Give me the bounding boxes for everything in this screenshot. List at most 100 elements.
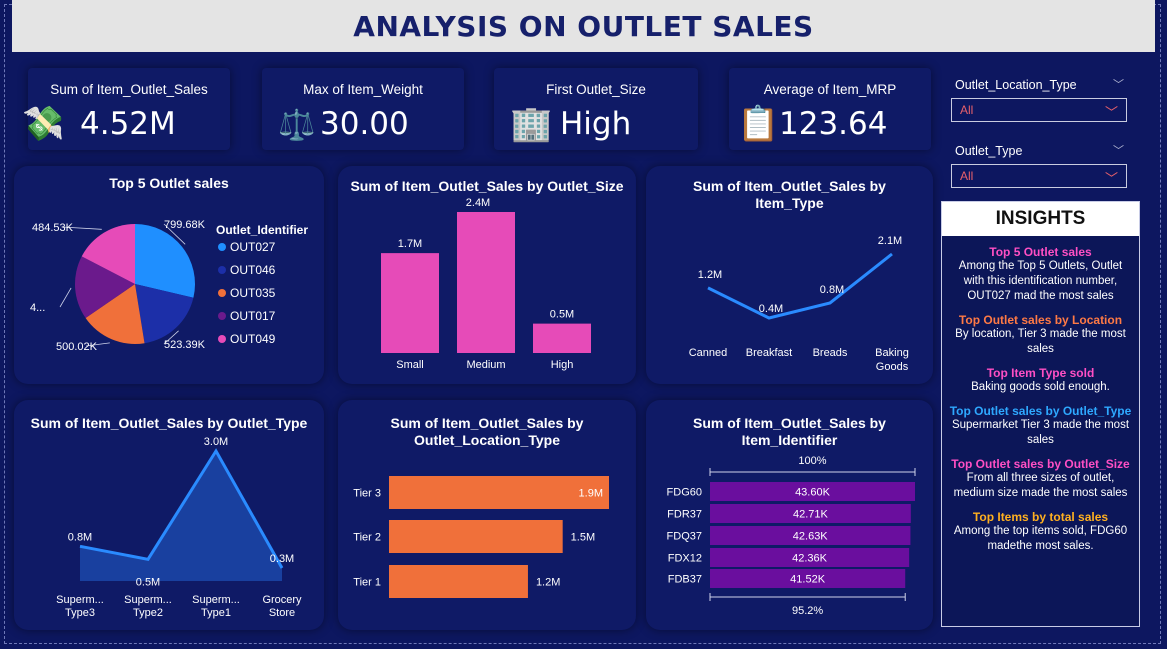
kpi-value: 30.00 [320,106,409,142]
chevron-down-icon: ﹀ [1104,105,1118,120]
line-data-label: 0.8M [820,284,844,296]
pie-leader-line [59,287,72,308]
top-annotation: 100% [798,455,826,467]
pie-chart: 799.68K 523.39K 500.02K 4... 484.53K Outlet_I… [30,219,308,353]
slicer-type-dropdown[interactable]: All ﹀ [951,164,1127,188]
x-tick-label: Breads [813,347,848,359]
insight-heading: Top Items by total sales [972,510,1109,524]
y-tick-label: FDQ37 [667,531,702,543]
line-data-label: 0.4M [759,303,783,315]
hbar-tier-2 [389,520,563,553]
x-tick-label: Type1 [201,607,231,619]
legend-title: Outlet_Identifier [216,223,308,237]
bar-data-label: 2.4M [466,197,490,209]
kpi-label: Sum of Item_Outlet_Sales [50,82,208,97]
kpi-label: Average of Item_MRP [763,82,897,97]
slicer-location-value: All [960,103,974,117]
line-series [707,252,893,320]
x-tick-label: Canned [689,347,728,359]
insight-heading: Top Item Type sold [986,366,1095,380]
x-tick-label: Superm... [56,594,104,606]
y-tick-label: Tier 1 [353,577,381,589]
insight-text: Baking goods sold enough. [971,381,1110,393]
slicer-location-dropdown[interactable]: All ﹀ [951,98,1127,122]
bar-chart: 1.7M Small 2.4M Medium 0.5M High [381,197,591,371]
pie-data-label: 4... [30,302,45,314]
item-bar-data-label: 42.63K [793,531,829,543]
area-chart: 0.8M0.5M3.0M0.3MSuperm...Type3Superm...T… [56,436,302,619]
x-tick-label: Goods [876,361,909,373]
bar-data-label: 1.7M [398,238,422,250]
pie-data-label: 500.02K [56,341,98,353]
chevron-down-icon[interactable]: ﹀ [1113,142,1124,158]
hbar-tier-3 [389,476,609,509]
y-tick-label: FDX12 [668,553,702,565]
kpi-value: 123.64 [779,106,888,142]
chevron-down-icon[interactable]: ﹀ [1113,76,1124,92]
chart-card-item-type: Sum of Item_Outlet_Sales by Item_Type 1.… [646,166,933,384]
x-tick-label: Breakfast [746,347,792,359]
insight-heading: Top Outlet sales by Outlet_Type [949,404,1132,418]
chart-card-outlet-size: Sum of Item_Outlet_Sales by Outlet_Size … [338,166,636,384]
bar-high [533,323,591,353]
area-data-label: 3.0M [204,436,228,448]
x-tick-label: Baking [875,347,909,359]
legend-marker [218,266,226,274]
line-chart: 1.2M 0.4M 0.8M 2.1M Canned Breakfast Breads Bak… [689,235,909,373]
x-tick-label: Medium [466,359,505,371]
insight-text: Among the Top 5 Outlets, Outlet with thi… [958,260,1123,302]
area-data-label: 0.5M [136,576,160,588]
x-tick-label: Small [396,359,424,371]
legend-marker [218,335,226,343]
chart-card-location-type: Sum of Item_Outlet_Sales by Outlet_Locat… [338,400,636,630]
insight-text: Among the top items sold, FDG60 madethe … [953,525,1128,552]
page-title: ANALYSIS ON OUTLET SALES [353,9,814,43]
slicer-location-label: Outlet_Location_Type [955,78,1077,92]
kpi-card-average-mrp: Average of Item_MRP 📋 123.64 [729,68,931,150]
x-tick-label: Type3 [65,607,95,619]
money-icon: 💸 [22,105,65,143]
area-data-label: 0.8M [68,531,92,543]
area-data-label: 0.3M [270,553,294,565]
insight-text: Supermarket Tier 3 made the most sales [951,419,1130,446]
bar-medium [457,212,515,353]
insight-heading: Top Outlet sales by Outlet_Size [951,457,1130,471]
pie-data-label: 484.53K [32,222,74,234]
y-tick-label: Tier 3 [353,488,381,500]
hbar-data-label: 1.5M [571,532,595,544]
insight-item: Top Outlet sales by Location By location,… [942,313,1139,357]
x-tick-label: Superm... [192,594,240,606]
item-bar-data-label: 42.71K [793,509,829,521]
clipboard-icon: 📋 [737,105,780,143]
legend-item-out049: OUT049 [230,332,276,346]
slicer-type-label: Outlet_Type [955,144,1023,158]
insights-panel: INSIGHTS Top 5 Outlet sales Among the Top… [941,201,1140,627]
legend-item-out046: OUT046 [230,263,276,277]
insight-text: From all three sizes of outlet, medium s… [953,472,1128,499]
insight-item: Top Outlet sales by Outlet_Type Supermark… [942,404,1139,448]
chart-card-top5-outlets: Top 5 Outlet sales 799.68K 523.39K 500.02K… [14,166,324,384]
x-tick-label: High [551,359,574,371]
insight-item: Top Item Type sold Baking goods sold enou… [942,366,1139,395]
line-data-label: 1.2M [698,269,722,281]
x-tick-label: Type2 [133,607,163,619]
legend-marker [218,289,226,297]
item-bar-data-label: 43.60K [795,487,831,499]
x-tick-label: Store [269,607,295,619]
bottom-annotation: 95.2% [792,605,823,617]
kpi-label: Max of Item_Weight [303,82,423,97]
legend-marker [218,243,226,251]
item-bar-chart: 100% FDG60 43.60K FDR37 42.71K FDQ37 42.63K FDX… [667,455,916,617]
chevron-down-icon: ﹀ [1104,171,1118,186]
slicer-type-value: All [960,169,974,183]
item-bar-data-label: 41.52K [790,574,826,586]
building-icon: 🏢 [510,105,553,143]
bar-small [381,253,439,353]
legend-item-out027: OUT027 [230,240,276,254]
x-tick-label: Superm... [124,594,172,606]
line-data-label: 2.1M [878,235,902,247]
insights-list: Top 5 Outlet sales Among the Top 5 Outlet… [942,245,1139,554]
chart-card-outlet-type: Sum of Item_Outlet_Sales by Outlet_Type … [14,400,324,630]
insight-heading: Top Outlet sales by Location [958,313,1123,327]
item-bar-data-label: 42.36K [792,553,828,565]
